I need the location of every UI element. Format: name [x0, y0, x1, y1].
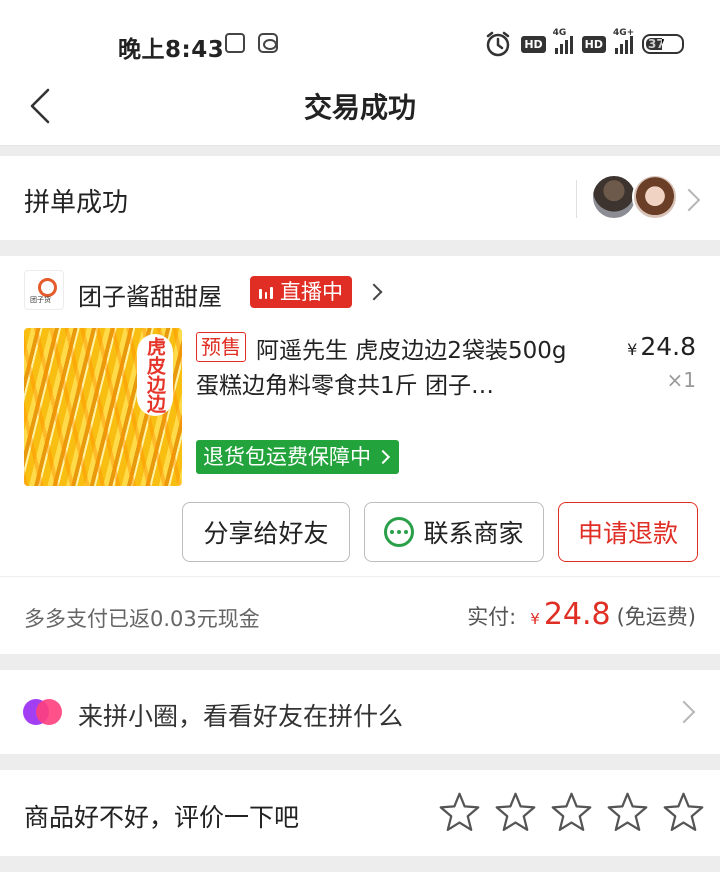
presale-badge: 预售: [196, 332, 246, 362]
live-badge[interactable]: 直播中: [250, 276, 352, 308]
free-shipping-note: (免运费): [616, 605, 696, 629]
nav-bar: 交易成功: [0, 80, 720, 146]
shop-name[interactable]: 团子酱甜甜屋: [78, 277, 222, 312]
product-image-label: 虎皮边边: [137, 334, 173, 416]
review-row: 商品好不好，评价一下吧: [0, 770, 720, 856]
next-section-edge: [0, 872, 720, 888]
notification-message-icon: [258, 33, 278, 53]
signal-4g-icon: 4G: [553, 28, 573, 54]
chevron-right-icon: [672, 700, 696, 724]
status-bar: 晚上8:43 HD 4G HD 4G+ 37: [0, 0, 720, 80]
member-avatar[interactable]: [591, 174, 637, 220]
notification-app-icon: [225, 33, 245, 53]
payment-row: 多多支付已返0.03元现金 实付: ¥ 24.8 (免运费): [0, 576, 720, 654]
rating-stars: [437, 790, 706, 835]
friends-circle-row[interactable]: 来拼小圈，看看好友在拼什么: [0, 670, 720, 754]
divider: [576, 180, 577, 218]
friends-circle-icon: [23, 699, 63, 725]
status-indicators: HD 4G HD 4G+ 37: [484, 28, 684, 58]
member-avatar[interactable]: [632, 174, 678, 220]
shop-chevron-icon[interactable]: [365, 283, 383, 301]
star-icon[interactable]: [605, 790, 650, 835]
product-price: ¥24.8: [627, 332, 696, 361]
status-time: 晚上8:43: [118, 37, 225, 63]
shop-logo[interactable]: [24, 270, 64, 310]
battery-icon: 37: [642, 34, 684, 54]
star-icon[interactable]: [661, 790, 706, 835]
star-icon[interactable]: [493, 790, 538, 835]
chevron-right-icon: [677, 188, 701, 212]
alarm-icon: [487, 31, 510, 57]
friends-circle-label: 来拼小圈，看看好友在拼什么: [78, 702, 404, 731]
contact-seller-button[interactable]: 联系商家: [364, 502, 544, 562]
return-shipping-guarantee[interactable]: 退货包运费保障中: [196, 440, 399, 474]
hd-badge-2: HD: [581, 35, 606, 53]
paid-currency: ¥: [530, 610, 540, 628]
group-success-label: 拼单成功: [24, 188, 129, 218]
order-card: 团子酱甜甜屋 直播中 虎皮边边 阿遥先生 虎皮边边2袋装500g 蛋糕边角料零食…: [0, 256, 720, 654]
page-title: 交易成功: [303, 91, 416, 124]
request-refund-button[interactable]: 申请退款: [558, 502, 698, 562]
product-quantity: ×1: [666, 368, 696, 392]
paid-total: 实付: ¥ 24.8 (免运费): [467, 597, 696, 632]
live-bars-icon: [259, 285, 274, 299]
hd-badge-1: HD: [521, 35, 546, 53]
guarantee-chevron-icon: [375, 449, 391, 465]
product-image[interactable]: 虎皮边边: [24, 328, 182, 486]
review-prompt: 商品好不好，评价一下吧: [24, 803, 300, 832]
product-title[interactable]: 阿遥先生 虎皮边边2袋装500g 蛋糕边角料零食共1斤 团子…: [196, 334, 594, 404]
paid-amount: 24.8: [543, 597, 611, 632]
paid-label: 实付:: [467, 605, 517, 629]
signal-4g-plus-icon: 4G+: [613, 28, 634, 54]
star-icon[interactable]: [549, 790, 594, 835]
star-icon[interactable]: [437, 790, 482, 835]
share-button[interactable]: 分享给好友: [182, 502, 350, 562]
chat-icon: [384, 517, 415, 547]
cashback-text: 多多支付已返0.03元现金: [24, 607, 260, 631]
